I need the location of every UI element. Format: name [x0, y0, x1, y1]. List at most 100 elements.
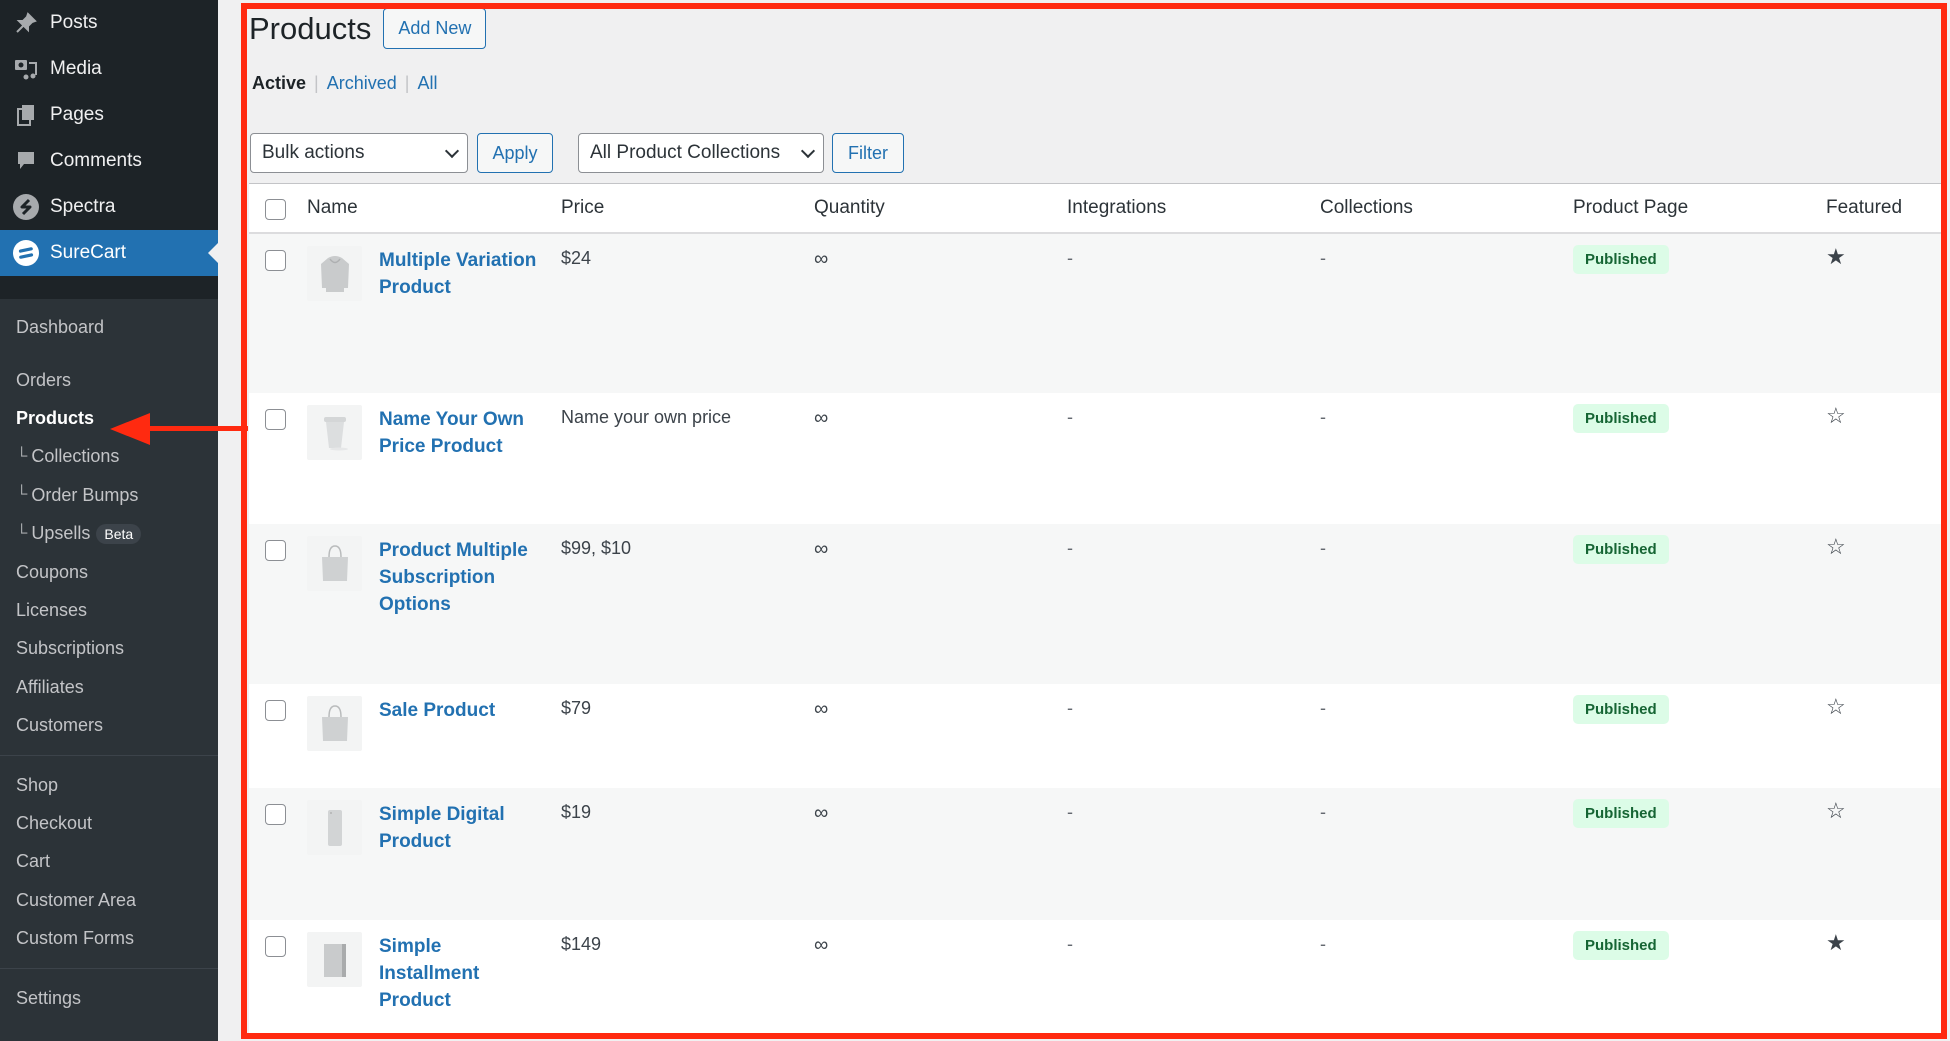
sidebar-item-label: Media [50, 58, 102, 79]
sidebar-item-media[interactable]: Media [0, 46, 218, 92]
sidebar-item-spectra[interactable]: Spectra [0, 184, 218, 230]
select-all-checkbox[interactable] [265, 198, 286, 220]
sidebar-item-label: Dashboard [16, 316, 105, 337]
table-row: Simple Installment Product $149 ∞ - - Publish… [249, 920, 1941, 1035]
star-outline-icon[interactable]: ☆ [1826, 696, 1846, 718]
star-outline-icon[interactable]: ☆ [1826, 536, 1846, 558]
status-badge: Published [1573, 695, 1669, 724]
star-filled-icon[interactable]: ★ [1826, 246, 1846, 268]
product-page-cell: Published [1573, 234, 1826, 274]
row-checkbox[interactable] [265, 409, 286, 430]
sidebar-item-products[interactable]: Products [0, 399, 218, 437]
collections-filter-select[interactable]: All Product Collections [578, 133, 824, 173]
column-header-name[interactable]: Name [307, 197, 561, 219]
sidebar-item-settings[interactable]: Settings [0, 979, 218, 1017]
sidebar-item-customers[interactable]: Customers [0, 707, 218, 745]
product-integrations: - [1067, 698, 1073, 718]
product-integrations: - [1067, 934, 1073, 954]
product-integrations: - [1067, 538, 1073, 558]
sidebar-item-affiliates[interactable]: Affiliates [0, 668, 218, 706]
sidebar-item-posts[interactable]: Posts [0, 0, 218, 46]
product-name-link[interactable]: Product Multiple Subscription Options [379, 537, 544, 618]
featured-cell: ☆ [1826, 788, 1941, 823]
sidebar-item-label: Collections [31, 446, 120, 467]
star-filled-icon[interactable]: ★ [1826, 932, 1846, 954]
sidebar-item-customer-area[interactable]: Customer Area [0, 881, 218, 919]
product-price: $149 [561, 934, 602, 954]
product-page-cell: Published [1573, 920, 1826, 960]
product-collections: - [1320, 407, 1326, 427]
product-collections: - [1320, 802, 1326, 822]
sidebar-item-label: Subscriptions [16, 638, 125, 659]
spectra-icon [12, 193, 40, 221]
sidebar-item-label: Products [16, 408, 95, 429]
surecart-icon [12, 239, 40, 267]
sidebar-item-licenses[interactable]: Licenses [0, 591, 218, 629]
view-archived[interactable]: Archived [327, 73, 397, 93]
table-row: Sale Product $79 ∞ - - Published ☆ [249, 684, 1941, 788]
product-name-link[interactable]: Sale Product [379, 697, 544, 751]
status-views: Active | Archived | All [252, 73, 437, 94]
sidebar-item-order-bumps[interactable]: └ Order Bumps [0, 476, 218, 514]
sidebar-item-cart[interactable]: Cart [0, 843, 218, 881]
sidebar-item-pages[interactable]: Pages [0, 92, 218, 138]
product-name-link[interactable]: Name Your Own Price Product [379, 406, 544, 460]
product-page-cell: Published [1573, 788, 1826, 828]
product-thumbnail-tote[interactable] [307, 536, 362, 591]
row-checkbox[interactable] [265, 804, 286, 825]
bulk-actions-value: Bulk actions [262, 142, 365, 163]
sidebar-item-label: Cart [16, 851, 51, 872]
product-thumbnail-cup[interactable] [307, 405, 362, 460]
featured-cell: ☆ [1826, 524, 1941, 559]
featured-cell: ★ [1826, 234, 1941, 269]
bulk-actions-select[interactable]: Bulk actions [250, 133, 468, 173]
product-name-link[interactable]: Simple Digital Product [379, 801, 544, 855]
product-name-link[interactable]: Simple Installment Product [379, 933, 544, 1014]
product-page-cell: Published [1573, 684, 1826, 724]
sidebar-item-dashboard[interactable]: Dashboard [0, 302, 218, 352]
column-header-product-page: Product Page [1573, 197, 1689, 218]
status-badge: Published [1573, 799, 1669, 828]
sidebar-item-comments[interactable]: Comments [0, 138, 218, 184]
sidebar-item-custom-forms[interactable]: Custom Forms [0, 919, 218, 957]
add-new-button[interactable]: Add New [383, 8, 487, 49]
sidebar-item-collections[interactable]: └ Collections [0, 438, 218, 476]
sidebar-item-upsells[interactable]: └ Upsells Beta [0, 515, 218, 553]
view-active[interactable]: Active [252, 73, 306, 93]
product-thumbnail-hoodie[interactable] [307, 246, 362, 301]
sidebar-item-label: Upsells [31, 523, 91, 544]
product-thumbnail-tote[interactable] [307, 696, 362, 751]
sidebar-item-subscriptions[interactable]: Subscriptions [0, 630, 218, 668]
sidebar-item-label: Licenses [16, 600, 88, 621]
row-checkbox[interactable] [265, 936, 286, 957]
annotation-arrow-shaft [148, 426, 248, 431]
featured-cell: ☆ [1826, 684, 1941, 719]
divider [0, 967, 218, 969]
column-header-quantity: Quantity [814, 197, 885, 218]
product-integrations: - [1067, 802, 1073, 822]
product-name-cell: Multiple Variation Product [307, 234, 561, 301]
sidebar-item-shop[interactable]: Shop [0, 766, 218, 804]
sidebar-item-surecart[interactable]: SureCart [0, 230, 218, 276]
product-thumbnail-box[interactable] [307, 932, 362, 987]
page-header: Products Add New [249, 8, 487, 49]
sidebar-item-checkout[interactable]: Checkout [0, 804, 218, 842]
view-all[interactable]: All [417, 73, 437, 93]
view-separator: | [314, 73, 319, 93]
child-arrow-icon: └ [16, 447, 28, 465]
filter-button[interactable]: Filter [832, 133, 904, 173]
products-table: Name Price Quantity Integrations Collect… [249, 183, 1941, 1035]
product-price: $19 [561, 802, 592, 822]
product-thumbnail-phone[interactable] [307, 800, 362, 855]
row-checkbox[interactable] [265, 250, 286, 271]
row-checkbox[interactable] [265, 700, 286, 721]
product-name-cell: Name Your Own Price Product [307, 393, 561, 460]
product-name-link[interactable]: Multiple Variation Product [379, 247, 544, 301]
row-checkbox[interactable] [265, 540, 286, 561]
star-outline-icon[interactable]: ☆ [1826, 800, 1846, 822]
apply-button[interactable]: Apply [477, 133, 553, 173]
sidebar-item-coupons[interactable]: Coupons [0, 553, 218, 591]
star-outline-icon[interactable]: ☆ [1826, 405, 1846, 427]
product-integrations: - [1067, 407, 1073, 427]
sidebar-item-orders[interactable]: Orders [0, 361, 218, 399]
